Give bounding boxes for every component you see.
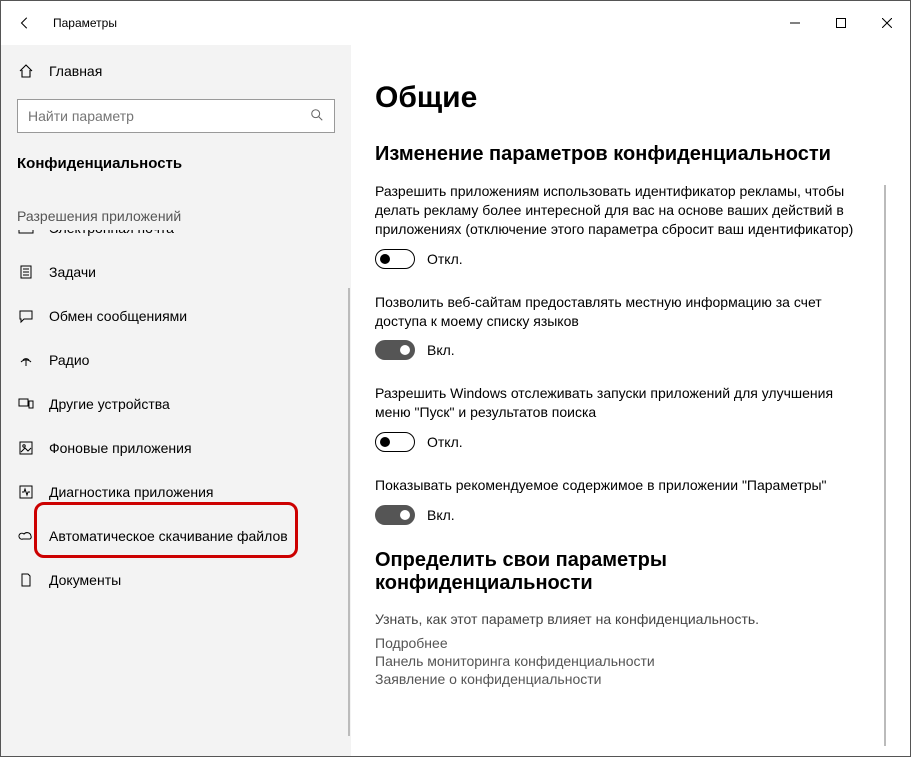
search-input[interactable] bbox=[17, 99, 335, 133]
setting-suggested-content: Показывать рекомендуемое содержимое в пр… bbox=[375, 476, 886, 525]
group-title: Изменение параметров конфиденциальности bbox=[375, 143, 886, 166]
sidebar-item-auto-download[interactable]: Автоматическое скачивание файлов bbox=[1, 514, 351, 558]
toggle-language-list[interactable] bbox=[375, 340, 415, 360]
sidebar-item-label: Задачи bbox=[49, 264, 96, 280]
home-label: Главная bbox=[49, 63, 102, 79]
setting-language-list: Позволить веб-сайтам предоставлять местн… bbox=[375, 293, 886, 361]
maximize-button[interactable] bbox=[818, 1, 864, 45]
sidebar-item-email[interactable]: Электронная почта bbox=[1, 230, 351, 250]
sidebar-scrollbar[interactable] bbox=[348, 288, 350, 736]
link-privacy-dashboard[interactable]: Панель мониторинга конфиденциальности bbox=[375, 653, 886, 669]
sidebar-item-label: Электронная почта bbox=[49, 230, 174, 236]
minimize-button[interactable] bbox=[772, 1, 818, 45]
devices-icon bbox=[17, 396, 35, 412]
privacy-title: Определить свои параметры конфиденциальн… bbox=[375, 549, 886, 595]
background-icon bbox=[17, 440, 35, 456]
category-label: Конфиденциальность bbox=[1, 145, 351, 192]
main-content: Общие Изменение параметров конфиденциаль… bbox=[351, 45, 910, 756]
main-scrollbar[interactable] bbox=[884, 185, 886, 746]
sidebar-item-background-apps[interactable]: Фоновые приложения bbox=[1, 426, 351, 470]
sidebar-item-label: Другие устройства bbox=[49, 396, 170, 412]
window-title: Параметры bbox=[49, 16, 117, 30]
sidebar-item-other-devices[interactable]: Другие устройства bbox=[1, 382, 351, 426]
sidebar-item-label: Обмен сообщениями bbox=[49, 308, 187, 324]
sidebar-item-label: Автоматическое скачивание файлов bbox=[49, 528, 288, 544]
setting-desc: Разрешить Windows отслеживать запуски пр… bbox=[375, 384, 855, 422]
close-button[interactable] bbox=[864, 1, 910, 45]
setting-desc: Показывать рекомендуемое содержимое в пр… bbox=[375, 476, 855, 495]
setting-advertising-id: Разрешить приложениям использовать идент… bbox=[375, 182, 886, 269]
tasks-icon bbox=[17, 264, 35, 280]
sidebar-item-label: Диагностика приложения bbox=[49, 484, 213, 500]
sidebar-item-label: Документы bbox=[49, 572, 121, 588]
privacy-sub: Узнать, как этот параметр влияет на конф… bbox=[375, 611, 886, 627]
messaging-icon bbox=[17, 308, 35, 324]
toggle-state-label: Вкл. bbox=[427, 342, 455, 358]
toggle-suggested-content[interactable] bbox=[375, 505, 415, 525]
link-privacy-statement[interactable]: Заявление о конфиденциальности bbox=[375, 671, 886, 687]
setting-desc: Позволить веб-сайтам предоставлять местн… bbox=[375, 293, 855, 331]
document-icon bbox=[17, 572, 35, 588]
setting-desc: Разрешить приложениям использовать идент… bbox=[375, 182, 855, 239]
home-nav[interactable]: Главная bbox=[1, 51, 351, 91]
toggle-state-label: Откл. bbox=[427, 434, 463, 450]
privacy-learn-section: Определить свои параметры конфиденциальн… bbox=[375, 549, 886, 687]
toggle-state-label: Откл. bbox=[427, 251, 463, 267]
cloud-icon bbox=[17, 528, 35, 544]
sidebar-item-messaging[interactable]: Обмен сообщениями bbox=[1, 294, 351, 338]
mail-icon bbox=[17, 230, 35, 236]
page-title: Общие bbox=[375, 81, 886, 115]
home-icon bbox=[17, 63, 35, 79]
sidebar-item-documents[interactable]: Документы bbox=[1, 558, 351, 602]
search-icon bbox=[310, 108, 324, 125]
sidebar-item-diagnostics[interactable]: Диагностика приложения bbox=[1, 470, 351, 514]
radio-icon bbox=[17, 352, 35, 368]
back-button[interactable] bbox=[1, 1, 49, 45]
toggle-advertising-id[interactable] bbox=[375, 249, 415, 269]
nav-list: Электронная почта Задачи Обмен сообщения… bbox=[1, 230, 351, 602]
sidebar-item-label: Радио bbox=[49, 352, 89, 368]
sidebar-item-tasks[interactable]: Задачи bbox=[1, 250, 351, 294]
toggle-app-launches[interactable] bbox=[375, 432, 415, 452]
toggle-state-label: Вкл. bbox=[427, 507, 455, 523]
setting-app-launches: Разрешить Windows отслеживать запуски пр… bbox=[375, 384, 886, 452]
search-field[interactable] bbox=[28, 108, 294, 124]
titlebar: Параметры bbox=[1, 1, 910, 45]
sidebar-item-label: Фоновые приложения bbox=[49, 440, 192, 456]
sidebar: Главная Конфиденциальность Разрешения пр… bbox=[1, 45, 351, 756]
section-label: Разрешения приложений bbox=[1, 192, 351, 224]
link-learn-more[interactable]: Подробнее bbox=[375, 635, 886, 651]
diagnostics-icon bbox=[17, 484, 35, 500]
sidebar-item-radio[interactable]: Радио bbox=[1, 338, 351, 382]
